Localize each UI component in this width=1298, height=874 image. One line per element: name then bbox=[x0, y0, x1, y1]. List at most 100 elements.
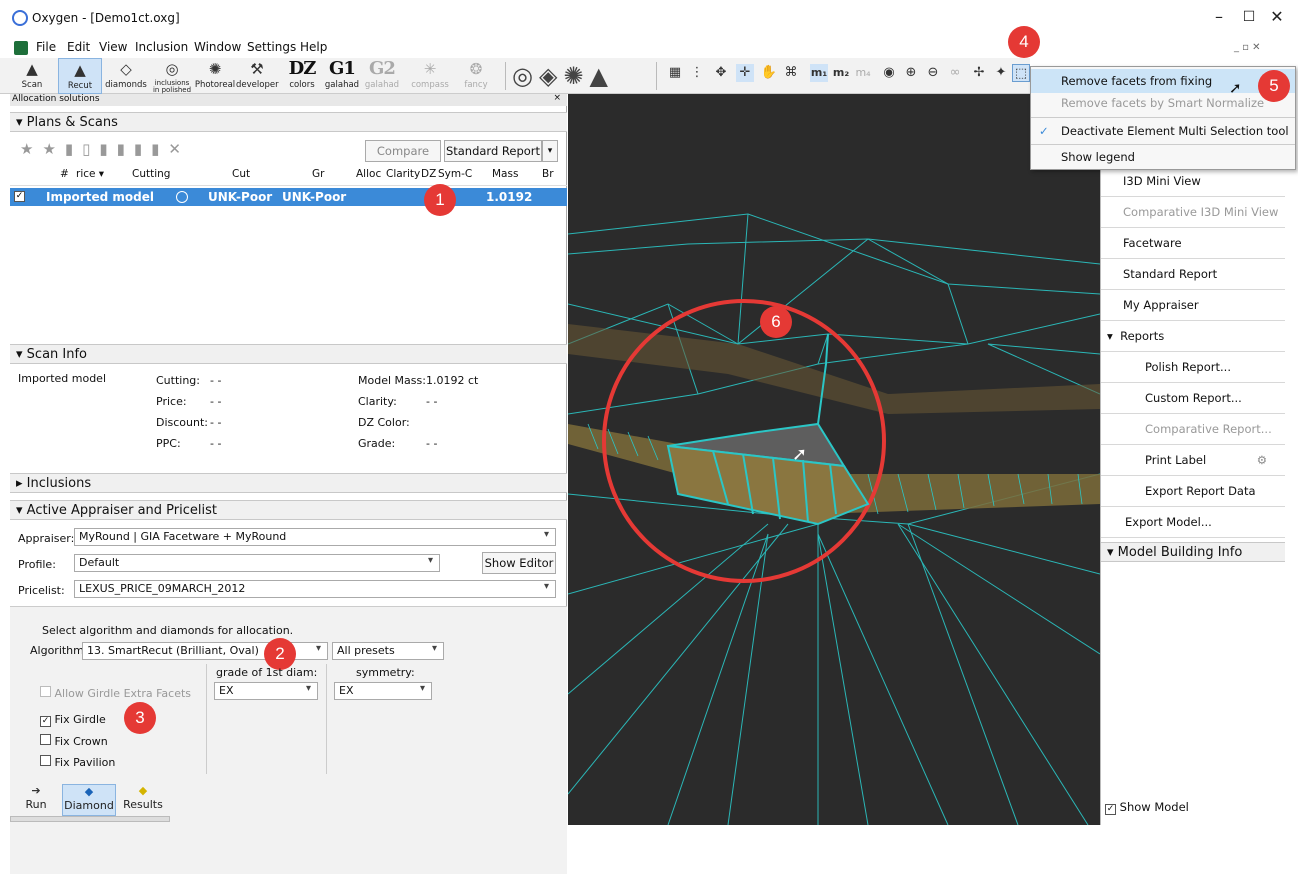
panel-close-icon[interactable]: × bbox=[553, 93, 561, 103]
photoreal-button[interactable]: ✺ Photoreal bbox=[194, 58, 236, 94]
polish-report-item[interactable]: Polish Report... bbox=[1101, 352, 1285, 383]
deactivate-multiselect-item[interactable]: ✓ Deactivate Element Multi Selection tool bbox=[1031, 119, 1295, 143]
dz-colors-button[interactable]: DZ colors bbox=[284, 58, 320, 94]
g1-galahad-button[interactable]: G1 galahad bbox=[324, 58, 360, 94]
fancy-icon: ❂ bbox=[469, 60, 483, 78]
fancy-button[interactable]: ❂ fancy bbox=[456, 58, 496, 94]
eye-icon[interactable]: ◉ bbox=[880, 64, 898, 82]
row-checkbox[interactable]: ✓ bbox=[14, 191, 25, 202]
row-name: Imported model bbox=[46, 190, 154, 204]
diamonds-icon: ◇ bbox=[120, 60, 132, 78]
compare-button[interactable]: Compare bbox=[365, 140, 441, 162]
run-button[interactable]: ➔ Run bbox=[18, 784, 54, 816]
mouse-cursor-icon: ➚ bbox=[1229, 79, 1242, 97]
show-legend-item[interactable]: Show legend bbox=[1031, 145, 1295, 169]
comparative-i3d-item[interactable]: Comparative I3D Mini View bbox=[1101, 197, 1285, 228]
plans-scans-header[interactable]: ▾ Plans & Scans bbox=[10, 112, 567, 132]
inclusions-header[interactable]: ▸ Inclusions bbox=[10, 473, 567, 493]
rotate-icon[interactable]: ✛ bbox=[736, 64, 754, 82]
appraiser-header[interactable]: ▾ Active Appraiser and Pricelist bbox=[10, 500, 567, 520]
menu-window[interactable]: Window bbox=[194, 40, 241, 54]
camera-icon[interactable]: ⌘ bbox=[782, 64, 800, 82]
i3d-mini-view-item[interactable]: I3D Mini View bbox=[1101, 166, 1285, 197]
grid-icon[interactable]: ▦ bbox=[666, 64, 684, 82]
bookmark-icons[interactable]: ★★▮▯▮▮▮▮✕ bbox=[20, 140, 190, 158]
menu-edit[interactable]: Edit bbox=[67, 40, 90, 54]
reports-group[interactable]: ▾ Reports bbox=[1101, 321, 1285, 352]
standard-report-item[interactable]: Standard Report bbox=[1101, 259, 1285, 290]
fix-pavilion-checkbox[interactable]: Fix Pavilion bbox=[40, 755, 115, 769]
divider bbox=[206, 664, 207, 774]
zoom-in-icon[interactable]: ⊕ bbox=[902, 64, 920, 82]
scan-info-header[interactable]: ▾ Scan Info bbox=[10, 344, 567, 364]
compass-button[interactable]: ✳ compass bbox=[410, 58, 450, 94]
svg-text:➚: ➚ bbox=[792, 444, 807, 465]
remove-facets-normalize-item[interactable]: Remove facets by Smart Normalize bbox=[1031, 91, 1295, 115]
m1-icon[interactable]: m₁ bbox=[810, 64, 828, 82]
check-icon: ✓ bbox=[1039, 124, 1049, 138]
appraiser-select[interactable]: MyRound | GIA Facetware + MyRound ▾ bbox=[74, 528, 556, 546]
inclusions-button[interactable]: ◎ inclusions in polished bbox=[150, 58, 194, 94]
menu-inclusion[interactable]: Inclusion bbox=[135, 40, 188, 54]
show-editor-button[interactable]: Show Editor bbox=[482, 552, 556, 574]
comparative-report-item[interactable]: Comparative Report... bbox=[1101, 414, 1285, 445]
toolbar-separator bbox=[656, 62, 657, 90]
crosshair-icon[interactable]: ✦ bbox=[992, 64, 1010, 82]
show-model-checkbox[interactable]: ✓ Show Model bbox=[1105, 800, 1189, 815]
menu-help[interactable]: Help bbox=[300, 40, 327, 54]
recut-icon: ▲ bbox=[74, 61, 86, 79]
developer-button[interactable]: ⚒ developer bbox=[236, 58, 279, 94]
standard-report-button[interactable]: Standard Report bbox=[444, 140, 542, 162]
m2-icon[interactable]: m₂ bbox=[832, 64, 850, 82]
grade-select[interactable]: EX ▾ bbox=[214, 682, 318, 700]
3d-viewport[interactable]: ➚ 6 bbox=[568, 94, 1100, 825]
scan-button[interactable]: ▲ Scan bbox=[12, 58, 52, 94]
arrows-icon[interactable]: ✢ bbox=[970, 64, 988, 82]
model-building-info-header[interactable]: ▾ Model Building Info bbox=[1101, 542, 1285, 562]
scrollbar[interactable] bbox=[10, 816, 170, 822]
custom-report-item[interactable]: Custom Report... bbox=[1101, 383, 1285, 414]
facetware-item[interactable]: Facetware bbox=[1101, 228, 1285, 259]
diamond-tab[interactable]: ◆ Diamond bbox=[62, 784, 116, 816]
menu-settings[interactable]: Settings bbox=[247, 40, 296, 54]
zoom-out-icon[interactable]: ⊖ bbox=[924, 64, 942, 82]
standard-report-dropdown[interactable]: ▾ bbox=[542, 140, 558, 162]
presets-select[interactable]: All presets ▾ bbox=[332, 642, 444, 660]
diamonds-button[interactable]: ◇ diamonds bbox=[104, 58, 148, 94]
remove-facets-fixing-item[interactable]: Remove facets from fixing bbox=[1031, 69, 1295, 93]
m4-icon[interactable]: m₄ bbox=[854, 64, 872, 82]
print-label-item[interactable]: Print Label ⚙ bbox=[1101, 445, 1285, 476]
menu-view[interactable]: View bbox=[99, 40, 127, 54]
menu-file[interactable]: File bbox=[36, 40, 56, 54]
results-tab[interactable]: ◆ Results bbox=[120, 784, 166, 816]
pricelist-select[interactable]: LEXUS_PRICE_09MARCH_2012 ▾ bbox=[74, 580, 556, 598]
fix-crown-checkbox[interactable]: Fix Crown bbox=[40, 734, 108, 748]
my-appraiser-item[interactable]: My Appraiser bbox=[1101, 290, 1285, 321]
diamond-view-icons[interactable]: ◎◈✺▲ bbox=[512, 62, 614, 90]
allocation-panel: Allocation solutions × ▾ Plans & Scans ★★… bbox=[10, 93, 567, 874]
profile-select[interactable]: Default ▾ bbox=[74, 554, 440, 572]
recut-button[interactable]: ▲ Recut bbox=[58, 58, 102, 94]
move-icon[interactable]: ✥ bbox=[712, 64, 730, 82]
minimize-button[interactable]: – bbox=[1204, 6, 1234, 30]
maximize-button[interactable]: ☐ bbox=[1234, 6, 1264, 30]
menu-separator bbox=[1031, 117, 1295, 118]
selection-tool-icon[interactable]: ⬚ bbox=[1012, 64, 1030, 82]
app-menu-icon[interactable] bbox=[14, 41, 28, 55]
table-row[interactable]: ✓ Imported model UNK-Poor UNK-Poor 1.019… bbox=[10, 188, 567, 206]
pan-hand-icon[interactable]: ✋ bbox=[760, 64, 778, 82]
symmetry-select[interactable]: EX ▾ bbox=[334, 682, 432, 700]
g2-galahad-button[interactable]: G2 galahad bbox=[364, 58, 400, 94]
binoculars-icon[interactable]: ∞ bbox=[946, 64, 964, 82]
vertical-dots-icon[interactable]: ⋮ bbox=[688, 64, 706, 82]
cutting-circle-icon bbox=[176, 191, 188, 203]
fix-girdle-checkbox[interactable]: ✓ Fix Girdle bbox=[40, 713, 106, 727]
row-cut: UNK-Poor bbox=[208, 190, 273, 204]
allow-girdle-checkbox[interactable]: Allow Girdle Extra Facets bbox=[40, 686, 191, 700]
reports-panel: I3D Mini View Comparative I3D Mini View … bbox=[1100, 160, 1285, 825]
mdi-controls[interactable]: _ ▫ ✕ bbox=[1234, 42, 1261, 53]
gear-icon[interactable]: ⚙ bbox=[1257, 445, 1267, 475]
export-model-item[interactable]: Export Model... bbox=[1101, 507, 1285, 538]
export-report-data-item[interactable]: Export Report Data bbox=[1101, 476, 1285, 507]
close-button[interactable]: ✕ bbox=[1262, 6, 1292, 30]
